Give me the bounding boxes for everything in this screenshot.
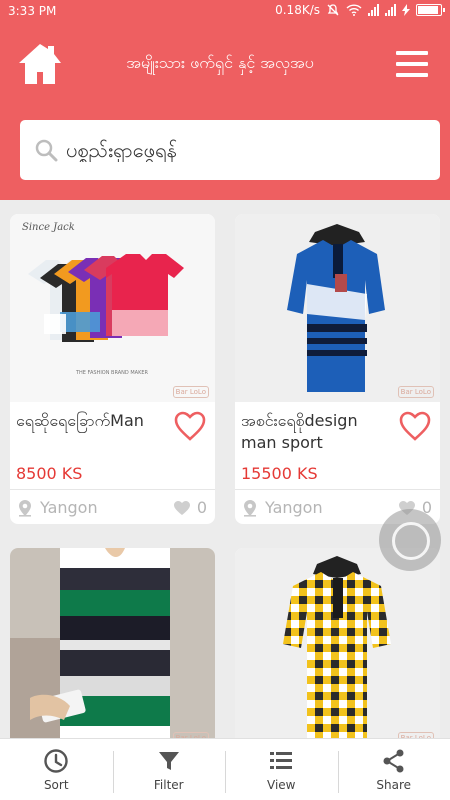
favorite-button[interactable] <box>173 410 207 442</box>
mute-icon <box>327 4 339 16</box>
signal-icon <box>368 4 379 16</box>
location-label: Yangon <box>40 498 98 517</box>
clock-icon <box>44 749 68 773</box>
nav-label: View <box>267 778 296 792</box>
menu-button[interactable] <box>396 51 428 77</box>
product-price: 8500 KS <box>16 464 83 483</box>
nav-sort[interactable]: Sort <box>0 739 113 800</box>
polo-shirt-illustration <box>235 214 440 402</box>
status-bar: 3:33 PM 0.18K/s <box>0 0 450 24</box>
page-title: အမျိုးသား ဖက်ရှင် နှင့် အလှအပ <box>126 53 314 72</box>
striped-tshirt-photo <box>10 548 215 748</box>
product-card[interactable]: Bar LoLo အစင်းရေစိုdesign man sport 1550… <box>235 214 440 524</box>
location-label: Yangon <box>265 498 323 517</box>
network-speed: 0.18K/s <box>275 3 320 17</box>
product-location: Yangon <box>243 498 323 517</box>
location-pin-icon <box>19 499 31 517</box>
list-view-icon <box>270 752 293 769</box>
product-name: အစင်းရေစိုdesign man sport <box>241 411 358 452</box>
charging-icon <box>402 4 410 16</box>
like-count: 0 <box>173 498 207 517</box>
heart-filled-icon <box>173 500 190 515</box>
location-pin-icon <box>244 499 256 517</box>
divider <box>10 489 215 490</box>
tshirt-stack-illustration: THE FASHION BRAND MAKER <box>28 254 184 376</box>
product-card[interactable]: Bar LoLo <box>235 548 440 748</box>
plaid-shirt-illustration <box>235 548 440 748</box>
nav-label: Share <box>376 778 412 792</box>
heart-outline-icon <box>399 411 431 441</box>
share-icon <box>383 749 404 773</box>
product-image[interactable]: Since Jack THE FASHION BRAND MAKER Bar L… <box>10 214 215 402</box>
like-count-value: 0 <box>196 498 207 517</box>
status-time: 3:33 PM <box>8 4 57 18</box>
nav-label: Filter <box>153 778 184 792</box>
heart-outline-icon <box>174 411 206 441</box>
nav-view[interactable]: View <box>225 739 338 800</box>
image-caption: Since Jack <box>22 222 75 233</box>
home-icon <box>19 44 61 84</box>
nav-label: Sort <box>43 778 69 792</box>
product-image[interactable]: Bar LoLo <box>235 548 440 748</box>
status-icons: 0.18K/s <box>275 3 445 17</box>
app-header: အမျိုးသား ဖက်ရှင် နှင့် အလှအပ <box>0 24 450 200</box>
battery-icon <box>416 4 445 16</box>
product-image[interactable]: Bar LoLo <box>235 214 440 402</box>
search-icon <box>35 139 58 162</box>
hamburger-menu-icon <box>396 51 428 55</box>
search-bar[interactable] <box>20 120 440 180</box>
wifi-icon <box>346 4 362 16</box>
divider <box>235 489 440 490</box>
bottom-nav: Sort Filter View Share <box>0 738 450 800</box>
home-button[interactable] <box>17 42 63 86</box>
product-card[interactable]: Bar LoLo <box>10 548 215 748</box>
watermark-stamp: Bar LoLo <box>397 386 434 398</box>
product-price: 15500 KS <box>241 464 318 483</box>
search-input[interactable] <box>66 138 426 162</box>
floating-action-button[interactable] <box>379 509 441 571</box>
svg-text:THE FASHION BRAND MAKER: THE FASHION BRAND MAKER <box>75 370 149 376</box>
signal-icon-2 <box>385 4 396 16</box>
product-location: Yangon <box>18 498 98 517</box>
favorite-button[interactable] <box>398 410 432 442</box>
product-name: ရေဆိုရေခြောက်Man <box>16 411 144 430</box>
filter-icon <box>158 752 179 770</box>
watermark-stamp: Bar LoLo <box>172 386 209 398</box>
product-image[interactable]: Bar LoLo <box>10 548 215 748</box>
nav-share[interactable]: Share <box>337 739 450 800</box>
product-card[interactable]: Since Jack THE FASHION BRAND MAKER Bar L… <box>10 214 215 524</box>
nav-filter[interactable]: Filter <box>112 739 226 800</box>
